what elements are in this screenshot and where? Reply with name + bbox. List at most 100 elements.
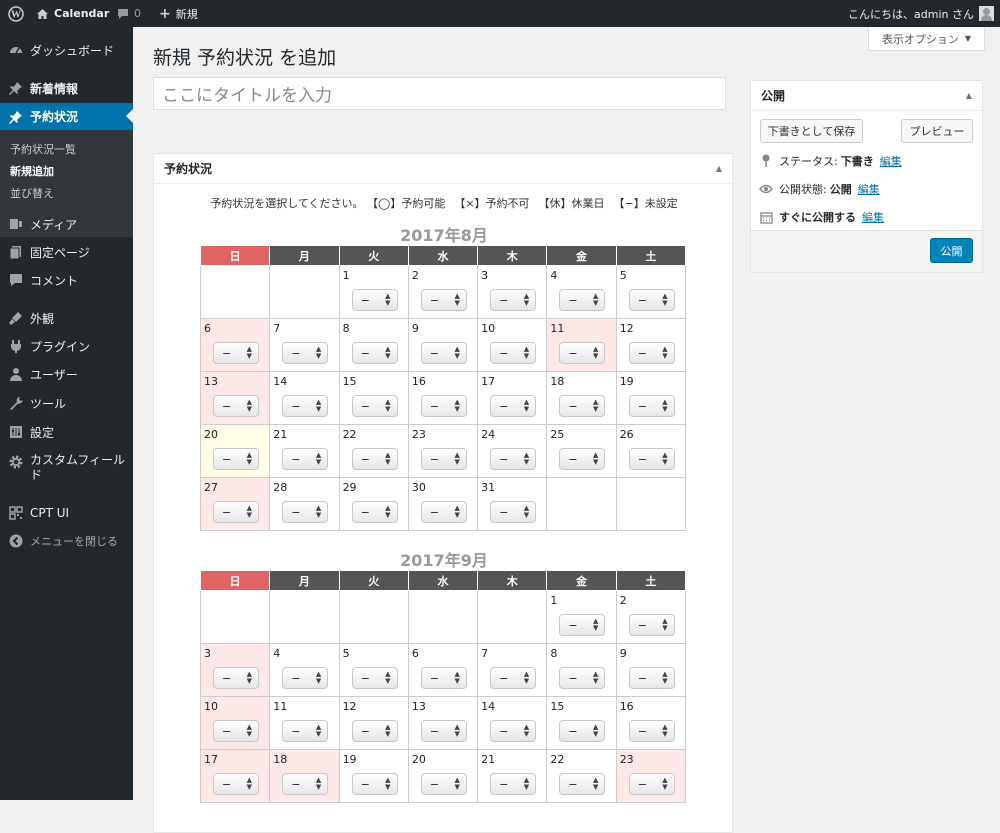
sidebar-item-pages[interactable]: 固定ページ (0, 242, 133, 262)
publish-box-header[interactable]: 公開 ▲ (751, 81, 982, 111)
submenu-item-list[interactable]: 予約状況一覧 (10, 141, 76, 157)
sidebar-item-appearance[interactable]: 外観 (0, 308, 133, 328)
select-updown-icon: ▲ ▼ (315, 451, 322, 466)
status-select[interactable]: − ▲ ▼ (490, 773, 537, 795)
save-draft-button[interactable]: 下書きとして保存 (760, 119, 863, 143)
status-select[interactable]: − ▲ ▼ (559, 720, 606, 742)
site-name-link[interactable]: Calendar (36, 0, 109, 27)
status-select[interactable]: − ▲ ▼ (351, 720, 398, 742)
publish-button[interactable]: 公開 (930, 238, 973, 263)
submenu-item-add-new[interactable]: 新規追加 (10, 163, 54, 179)
status-select[interactable]: − ▲ ▼ (213, 773, 259, 795)
status-select[interactable]: − ▲ ▼ (559, 773, 606, 795)
status-select[interactable]: − ▲ ▼ (628, 395, 675, 417)
status-select[interactable]: − ▲ ▼ (282, 448, 329, 470)
sidebar-item-tools[interactable]: ツール (0, 393, 133, 413)
collapse-arrow-icon[interactable]: ▲ (716, 164, 722, 173)
status-select[interactable]: − ▲ ▼ (351, 773, 398, 795)
new-content-link[interactable]: + 新規 (159, 0, 198, 27)
status-select[interactable]: − ▲ ▼ (213, 342, 259, 364)
status-select[interactable]: − ▲ ▼ (282, 720, 329, 742)
sidebar-item-settings[interactable]: 設定 (0, 422, 133, 442)
comments-count: 0 (134, 7, 141, 20)
sidebar-item-reservation[interactable]: 予約状況 (0, 103, 133, 130)
status-select[interactable]: − ▲ ▼ (628, 448, 675, 470)
sidebar-item-news[interactable]: 新着情報 (0, 78, 133, 98)
status-select[interactable]: − ▲ ▼ (490, 395, 537, 417)
status-select[interactable]: − ▲ ▼ (213, 667, 259, 689)
status-select-value: − (360, 671, 370, 685)
submenu-item-reorder[interactable]: 並び替え (10, 185, 54, 201)
status-select[interactable]: − ▲ ▼ (420, 501, 467, 523)
status-select[interactable]: − ▲ ▼ (213, 448, 259, 470)
collapse-arrow-icon[interactable]: ▲ (966, 91, 972, 100)
status-select[interactable]: − ▲ ▼ (559, 614, 606, 636)
status-select[interactable]: − ▲ ▼ (351, 667, 398, 689)
status-select[interactable]: − ▲ ▼ (213, 501, 259, 523)
status-select[interactable]: − ▲ ▼ (490, 720, 537, 742)
status-select-value: − (360, 724, 370, 738)
month-title: 2017年8月 (400, 226, 488, 245)
sidebar-item-cpt-ui[interactable]: CPT UI (0, 503, 133, 523)
status-select[interactable]: − ▲ ▼ (351, 395, 398, 417)
edit-status-link[interactable]: 編集 (880, 153, 902, 169)
comments-link[interactable]: 0 (117, 0, 141, 27)
my-account-link[interactable]: こんにちは、admin さん (848, 0, 994, 27)
status-select[interactable]: − ▲ ▼ (282, 342, 329, 364)
preview-button[interactable]: プレビュー (901, 119, 973, 143)
status-select[interactable]: − ▲ ▼ (420, 773, 467, 795)
collapse-menu-button[interactable]: メニューを閉じる (0, 531, 133, 551)
title-input[interactable]: ここにタイトルを入力 (153, 77, 726, 110)
sidebar-item-dashboard[interactable]: ダッシュボード (0, 40, 133, 60)
status-select[interactable]: − ▲ ▼ (628, 342, 675, 364)
status-select[interactable]: − ▲ ▼ (490, 342, 537, 364)
sidebar-item-plugins[interactable]: プラグイン (0, 336, 133, 356)
status-select[interactable]: − ▲ ▼ (351, 501, 398, 523)
status-select[interactable]: − ▲ ▼ (628, 289, 675, 311)
status-select[interactable]: − ▲ ▼ (420, 667, 467, 689)
sidebar-item-media[interactable]: メディア (0, 214, 133, 234)
gear-icon (8, 454, 24, 470)
sidebar-item-users[interactable]: ユーザー (0, 364, 133, 384)
wordpress-logo-icon[interactable]: W (8, 0, 24, 27)
status-select[interactable]: − ▲ ▼ (628, 614, 675, 636)
status-select[interactable]: − ▲ ▼ (490, 501, 537, 523)
day-number: 12 (342, 700, 357, 713)
status-select[interactable]: − ▲ ▼ (351, 448, 398, 470)
status-select[interactable]: − ▲ ▼ (628, 720, 675, 742)
status-select[interactable]: − ▲ ▼ (490, 289, 537, 311)
status-select[interactable]: − ▲ ▼ (420, 720, 467, 742)
status-select[interactable]: − ▲ ▼ (420, 395, 467, 417)
calendar-week-row: 3− ▲ ▼ 4− ▲ ▼ 5− ▲ ▼ 6− ▲ ▼ 7− ▲ ▼ 8− ▲ ▼ 9− ▲ ▼ (199, 643, 687, 697)
status-select[interactable]: − ▲ ▼ (213, 395, 259, 417)
status-select[interactable]: − ▲ ▼ (213, 720, 259, 742)
status-select[interactable]: − ▲ ▼ (628, 773, 675, 795)
status-select[interactable]: − ▲ ▼ (559, 289, 606, 311)
screen-options-button[interactable]: 表示オプション ▼ (868, 27, 985, 51)
status-select[interactable]: − ▲ ▼ (628, 667, 675, 689)
status-select[interactable]: − ▲ ▼ (282, 773, 329, 795)
calendar-day-cell: 12 − ▲ ▼ (338, 696, 409, 750)
status-select[interactable]: − ▲ ▼ (490, 667, 537, 689)
status-select[interactable]: − ▲ ▼ (420, 289, 467, 311)
status-select[interactable]: − ▲ ▼ (420, 342, 467, 364)
status-select[interactable]: − ▲ ▼ (490, 448, 537, 470)
edit-schedule-link[interactable]: 編集 (862, 209, 884, 225)
sidebar-item-custom-fields[interactable]: カスタムフィールド (0, 451, 133, 485)
status-select[interactable]: − ▲ ▼ (559, 342, 606, 364)
status-select[interactable]: − ▲ ▼ (351, 289, 398, 311)
status-select[interactable]: − ▲ ▼ (559, 667, 606, 689)
status-select[interactable]: − ▲ ▼ (559, 395, 606, 417)
day-number: 13 (411, 700, 426, 713)
edit-visibility-link[interactable]: 編集 (858, 181, 880, 197)
status-select[interactable]: − ▲ ▼ (559, 448, 606, 470)
status-select[interactable]: − ▲ ▼ (420, 448, 467, 470)
schedule-row: すぐに公開する 編集 (759, 209, 884, 225)
status-select[interactable]: − ▲ ▼ (282, 395, 329, 417)
status-select[interactable]: − ▲ ▼ (282, 501, 329, 523)
comment-icon (8, 272, 24, 288)
status-select[interactable]: − ▲ ▼ (351, 342, 398, 364)
status-select[interactable]: − ▲ ▼ (282, 667, 329, 689)
reservation-box-header[interactable]: 予約状況 ▲ (154, 154, 732, 184)
sidebar-item-comments[interactable]: コメント (0, 270, 133, 290)
